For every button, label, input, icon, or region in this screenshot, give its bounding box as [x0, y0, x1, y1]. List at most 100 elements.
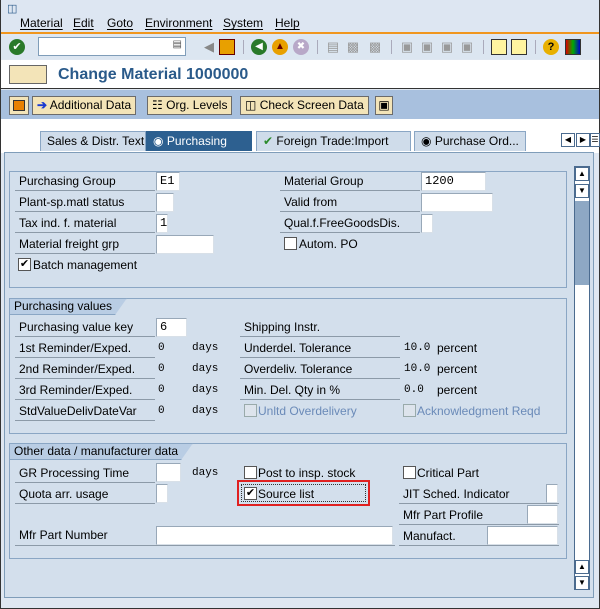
help-icon[interactable]: ? — [543, 39, 559, 55]
freight-grp-input[interactable] — [156, 235, 214, 254]
ack-reqd-checkbox[interactable] — [403, 404, 416, 417]
freight-grp-label: Material freight grp — [15, 235, 155, 254]
unltd-overdelivery-checkbox[interactable] — [244, 404, 257, 417]
tab-purchasing[interactable]: ◉ Purchasing — [146, 131, 252, 151]
menu-help[interactable]: Help — [275, 16, 300, 30]
tab-purchase-order-text[interactable]: ◉ Purchase Ord... — [414, 131, 526, 151]
scroll-down-icon[interactable]: ▼ — [575, 576, 589, 590]
valid-from-input[interactable] — [421, 193, 493, 212]
ack-reqd-label: Acknowledgment Reqd — [417, 404, 541, 418]
find-next-icon[interactable]: ▩ — [367, 39, 383, 55]
scroll-page-down-icon[interactable]: ▼ — [575, 184, 589, 198]
tax-ind-input[interactable]: 1 — [156, 214, 168, 233]
reminder-value: 0 — [158, 405, 165, 417]
quota-label: Quota arr. usage — [15, 485, 155, 504]
next-page-icon[interactable]: ▣ — [439, 39, 455, 55]
scroll-page-up-icon[interactable]: ▲ — [575, 560, 589, 574]
additional-data-button[interactable]: ➔ Additional Data — [32, 96, 137, 115]
check-icon: ◫ — [245, 98, 257, 112]
tab-sales-distr-text[interactable]: Sales & Distr. Text — [40, 131, 146, 151]
tab-list-icon[interactable]: ☰ — [590, 133, 600, 147]
other-material-button[interactable] — [9, 96, 29, 115]
mfr-profile-input[interactable] — [527, 505, 558, 524]
tolerance-unit: percent — [437, 362, 478, 376]
scroll-up-icon[interactable]: ▲ — [575, 167, 589, 181]
plant-status-label: Plant-sp.matl status — [15, 193, 155, 212]
cancel-icon[interactable]: ✖ — [293, 39, 309, 55]
autom-po-label: Autom. PO — [299, 237, 358, 251]
unltd-overdelivery-label: Unltd Overdelivery — [258, 404, 357, 418]
menu-edit[interactable]: Edit — [73, 16, 94, 30]
critical-part-checkbox[interactable] — [403, 466, 416, 479]
jit-label: JIT Sched. Indicator — [399, 485, 559, 504]
check-screen-data-button[interactable]: ◫ Check Screen Data — [240, 96, 369, 115]
save-icon[interactable] — [219, 39, 235, 55]
page-title: Change Material 1000000 — [58, 66, 249, 83]
first-page-icon[interactable]: ▣ — [399, 39, 415, 55]
autom-po-checkbox[interactable] — [284, 237, 297, 250]
shortcut-icon[interactable] — [511, 39, 527, 55]
tab-scroll-right-icon[interactable]: ▶ — [576, 133, 590, 147]
source-list-checkbox[interactable]: ✔ — [244, 487, 257, 500]
command-field[interactable]: ▤ — [38, 37, 186, 56]
divider — [15, 545, 395, 546]
purchasing-group-label: Purchasing Group — [15, 172, 155, 191]
plant-status-input[interactable] — [156, 193, 174, 212]
shipping-instr-label: Shipping Instr. — [240, 318, 400, 337]
manufact-input[interactable] — [487, 526, 558, 545]
other-data-title: Other data / manufacturer data — [9, 443, 193, 460]
lock-button[interactable]: ▣ — [375, 96, 393, 115]
menu-system[interactable]: System — [223, 16, 263, 30]
gr-time-label: GR Processing Time — [15, 464, 155, 483]
post-insp-stock-checkbox[interactable] — [244, 466, 257, 479]
new-session-icon[interactable] — [491, 39, 507, 55]
tolerance-unit: percent — [437, 341, 478, 355]
print-icon[interactable]: ▤ — [325, 39, 341, 55]
tolerance-label: Overdeliv. Tolerance — [240, 360, 400, 379]
jit-input[interactable] — [546, 484, 558, 503]
mfr-part-number-input[interactable] — [156, 526, 393, 545]
quota-input[interactable] — [156, 484, 168, 503]
copy-icon — [13, 100, 25, 111]
material-group-input[interactable]: 1200 — [421, 172, 486, 191]
system-menu-icon[interactable]: ◫ — [7, 2, 17, 15]
gr-time-input[interactable] — [156, 463, 181, 482]
menu-goto[interactable]: Goto — [107, 16, 133, 30]
dropdown-icon[interactable]: ▤ — [173, 39, 182, 50]
value-key-input[interactable]: 6 — [156, 318, 187, 337]
display-change-icon[interactable] — [9, 65, 47, 84]
tolerance-label: Min. Del. Qty in % — [240, 381, 400, 400]
back-icon[interactable]: ◀ — [251, 39, 267, 55]
qual-free-goods-input[interactable] — [421, 214, 433, 233]
tab-status-icon: ◉ — [421, 134, 432, 148]
tab-scroll-left-icon[interactable]: ◀ — [561, 133, 575, 147]
reminder-unit: days — [192, 405, 219, 417]
purchasing-values-title: Purchasing values — [9, 298, 127, 315]
tab-foreign-trade-import[interactable]: ✔ Foreign Trade:Import — [256, 131, 411, 151]
reminder-label: 2nd Reminder/Exped. — [15, 360, 155, 379]
menu-environment[interactable]: Environment — [145, 16, 212, 30]
tolerance-value: 10.0 — [404, 363, 431, 375]
back-arrow-icon[interactable]: ◀ — [201, 39, 217, 55]
tolerance-value: 10.0 — [404, 342, 431, 354]
hierarchy-icon: ☷ — [152, 98, 163, 112]
prev-page-icon[interactable]: ▣ — [419, 39, 435, 55]
reminder-label: 3rd Reminder/Exped. — [15, 381, 155, 400]
material-group-label: Material Group — [280, 172, 420, 191]
application-toolbar: ➔ Additional Data ☷ Org. Levels ◫ Check … — [1, 90, 599, 119]
find-icon[interactable]: ▩ — [345, 39, 361, 55]
org-levels-button[interactable]: ☷ Org. Levels — [147, 96, 233, 115]
arrow-right-icon: ➔ — [37, 98, 48, 112]
purchasing-group-input[interactable]: E1 — [156, 172, 180, 191]
tolerance-value: 0.0 — [404, 384, 424, 396]
customize-layout-icon[interactable] — [565, 39, 581, 55]
menu-material[interactable]: Material — [20, 16, 63, 30]
last-page-icon[interactable]: ▣ — [459, 39, 475, 55]
reminder-unit: days — [192, 342, 219, 354]
enter-icon[interactable]: ✔ — [9, 39, 25, 55]
exit-icon[interactable]: ▲ — [272, 39, 288, 55]
critical-part-label: Critical Part — [417, 466, 480, 480]
scrollbar-thumb[interactable] — [575, 201, 589, 285]
batch-management-checkbox[interactable]: ✔ — [18, 258, 31, 271]
reminder-value: 0 — [158, 363, 165, 375]
